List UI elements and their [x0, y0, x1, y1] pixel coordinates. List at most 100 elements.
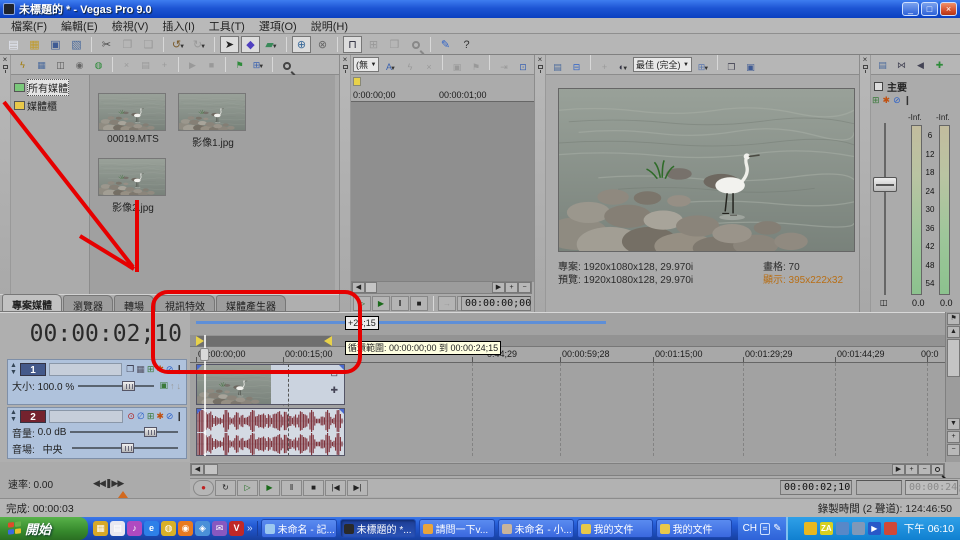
menu-item[interactable]: 工具(T)	[202, 17, 252, 35]
copy-snapshot-icon[interactable]: ❐	[723, 58, 740, 75]
normal-edit-tool-icon[interactable]: ➤	[220, 36, 239, 53]
start-preview-icon[interactable]: ▶	[184, 56, 201, 73]
network-tray-icon[interactable]	[836, 522, 849, 535]
preview-quality-select[interactable]: 最佳 (完全) ▼	[633, 57, 692, 72]
downmix-icon[interactable]: ⋈	[893, 56, 910, 73]
copy-icon[interactable]: ❐	[118, 36, 137, 53]
video-fx-icon[interactable]: +	[596, 58, 613, 75]
scroll-down-button[interactable]: ▼	[947, 418, 960, 430]
minimize-button[interactable]: _	[902, 2, 919, 16]
marker-tool-button[interactable]: ⚑	[947, 313, 960, 325]
track-fx-icon[interactable]: ⊞	[147, 364, 155, 374]
paste-icon[interactable]: ❑	[139, 36, 158, 53]
menu-item[interactable]: 檔案(F)	[4, 17, 54, 35]
track-motion-icon[interactable]: ❐	[126, 364, 134, 374]
minimize-track-icon[interactable]: ▲▼	[10, 362, 20, 376]
pen-icon[interactable]: ✎	[773, 523, 781, 534]
trimmer-autopreview-icon[interactable]: ϟ	[401, 58, 418, 75]
transport-end-time[interactable]: 00:00:24;15	[905, 480, 958, 495]
explorer-quicklaunch-icon[interactable]: ▦	[93, 521, 108, 536]
dock-tab-瀏覽器[interactable]: 瀏覽器	[63, 295, 113, 311]
media-item[interactable]: 00019.MTS	[98, 93, 168, 145]
audio-event-clip[interactable]	[196, 408, 345, 456]
pause-button[interactable]: ‖	[281, 480, 302, 496]
close-panel-icon[interactable]: ×	[535, 55, 545, 64]
playhead-handle[interactable]	[200, 348, 209, 361]
scroll-up-button[interactable]: ▲	[947, 326, 960, 338]
redo-icon[interactable]: ↻▼	[190, 36, 209, 53]
media-properties-icon[interactable]: ▤	[137, 56, 154, 73]
play-button[interactable]: ▶	[259, 480, 280, 496]
media-quicklaunch-icon[interactable]: ♪	[127, 521, 142, 536]
selection-edit-tool-icon[interactable]: ▰▼	[262, 36, 281, 53]
timeline-ruler[interactable]: 00:00:00;0000:00:15;000:44;2900:00:59;28…	[190, 347, 945, 363]
close-panel-icon[interactable]: ×	[860, 55, 870, 64]
volume-slider[interactable]	[70, 431, 178, 433]
panel-grip[interactable]: ×	[0, 55, 11, 312]
track-name-field[interactable]	[49, 363, 122, 376]
split-screen-icon[interactable]: ◐▼	[615, 58, 632, 75]
track-number[interactable]: 1	[20, 363, 46, 376]
solo-track-icon[interactable]: ❙	[175, 364, 183, 374]
pin-icon[interactable]	[343, 65, 348, 69]
messenger-quicklaunch-icon[interactable]: ◈	[195, 521, 210, 536]
trimmer-time-display[interactable]: 00:00:00;00	[461, 296, 531, 311]
automation-settings-icon[interactable]: ✱	[156, 364, 164, 374]
interactive-tutorials-icon[interactable]: ✎	[436, 36, 455, 53]
fader-lock-icon[interactable]: ◫	[880, 298, 888, 307]
new-project-icon[interactable]: ▤	[4, 36, 23, 53]
video-preview-frame[interactable]	[558, 88, 855, 252]
time-selection-bar[interactable]	[196, 321, 606, 324]
panel-grip[interactable]: ×	[860, 55, 871, 312]
video-event-clip[interactable]: ⊡ ✚	[196, 364, 345, 405]
views-icon[interactable]: ⊞▼	[250, 56, 267, 73]
bus-solo-icon[interactable]: ❙	[904, 95, 912, 106]
panel-grip[interactable]: ×	[535, 55, 546, 312]
track-height-plus-button[interactable]: +	[947, 431, 960, 443]
project-video-properties-icon[interactable]: ▤	[549, 58, 566, 75]
menu-item[interactable]: 說明(H)	[304, 17, 355, 35]
play-from-start-button[interactable]: ▷	[237, 480, 258, 496]
vegas-quicklaunch-icon[interactable]: V	[229, 521, 244, 536]
menu-item[interactable]: 選項(O)	[252, 17, 304, 35]
close-panel-icon[interactable]: ×	[340, 55, 350, 64]
maximize-button[interactable]: □	[921, 2, 938, 16]
enable-snapping-icon[interactable]: ⊓	[343, 36, 362, 53]
arm-record-icon[interactable]: ⊙	[127, 411, 135, 421]
track-fx-icon[interactable]: ⊞	[147, 411, 155, 421]
pin-icon[interactable]	[538, 65, 543, 69]
dock-tab-視訊特效[interactable]: 視訊特效	[155, 295, 215, 311]
zoom-tool-button[interactable]	[931, 464, 944, 475]
trimmer-ruler[interactable]: 0:00:00;00 00:00:01;00	[351, 89, 534, 102]
trimmer-marker[interactable]	[353, 77, 361, 86]
size-slider[interactable]	[78, 385, 154, 387]
lock-envelopes-icon[interactable]: ⊗	[313, 36, 332, 53]
trimmer-history-icon[interactable]: A▼	[382, 58, 399, 75]
update-tray-icon[interactable]	[852, 522, 865, 535]
loop-region[interactable]	[196, 336, 332, 346]
move-up-icon[interactable]: ↑	[170, 381, 175, 391]
close-button[interactable]: ×	[940, 2, 957, 16]
ie-quicklaunch-icon[interactable]: e	[144, 521, 159, 536]
get-media-from-web-icon[interactable]: ◍	[90, 56, 107, 73]
master-fader[interactable]	[873, 177, 897, 192]
project-properties-icon[interactable]: ▧	[67, 36, 86, 53]
cut-icon[interactable]: ✂	[97, 36, 116, 53]
bus-automation-icon[interactable]: ✱	[883, 95, 891, 106]
trimmer-scrollbar[interactable]: ◀ ▶+−	[351, 281, 532, 294]
trimmer-play-from-start-button[interactable]: ▷	[353, 296, 371, 311]
trimmer-save-icon[interactable]: ▣	[448, 58, 465, 75]
video-track-header[interactable]: ▲▼ 1 ❐▦⊞✱⊘❙ 大小: 100.0 % ▣ ↑ ↓	[7, 359, 187, 405]
timeline-horizontal-scrollbar[interactable]: ◀ ▶+−	[190, 463, 945, 476]
replace-media-icon[interactable]: +	[156, 56, 173, 73]
go-to-start-button[interactable]: |◀	[325, 480, 346, 496]
stop-button[interactable]: ■	[303, 480, 324, 496]
fx-bypass-icon[interactable]: ▣	[159, 380, 168, 391]
dim-output-icon[interactable]: ◀	[912, 56, 929, 73]
move-down-icon[interactable]: ↓	[177, 381, 182, 391]
taskbar-window-button[interactable]: 未標題的 *...	[340, 519, 416, 538]
track-name-field[interactable]	[49, 410, 123, 423]
close-panel-icon[interactable]: ×	[0, 55, 10, 64]
stop-preview-icon[interactable]: ■	[203, 56, 220, 73]
automation-settings-icon[interactable]: ✱	[156, 411, 164, 421]
